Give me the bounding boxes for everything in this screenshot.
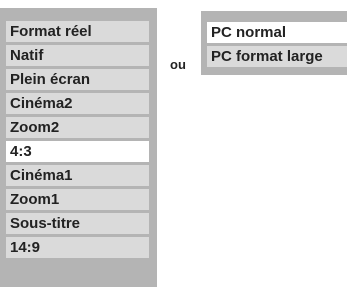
menu-item-14-9[interactable]: 14:9 xyxy=(6,237,149,258)
menu-item-cinema1[interactable]: Cinéma1 xyxy=(6,165,149,186)
menu-item-format-reel[interactable]: Format réel xyxy=(6,21,149,42)
menu-item-zoom2[interactable]: Zoom2 xyxy=(6,117,149,138)
menu-item-pc-format-large[interactable]: PC format large xyxy=(207,46,347,67)
picture-format-menu: Format réel Natif Plein écran Cinéma2 Zo… xyxy=(0,8,157,287)
menu-item-pc-normal[interactable]: PC normal xyxy=(207,22,347,43)
menu-item-4-3[interactable]: 4:3 xyxy=(6,141,149,162)
menu-item-zoom1[interactable]: Zoom1 xyxy=(6,189,149,210)
menu-item-plein-ecran[interactable]: Plein écran xyxy=(6,69,149,90)
menu-item-natif[interactable]: Natif xyxy=(6,45,149,66)
menu-item-cinema2[interactable]: Cinéma2 xyxy=(6,93,149,114)
pc-format-menu: PC normal PC format large xyxy=(201,11,347,75)
menu-item-sous-titre[interactable]: Sous-titre xyxy=(6,213,149,234)
or-separator-label: ou xyxy=(170,57,186,72)
